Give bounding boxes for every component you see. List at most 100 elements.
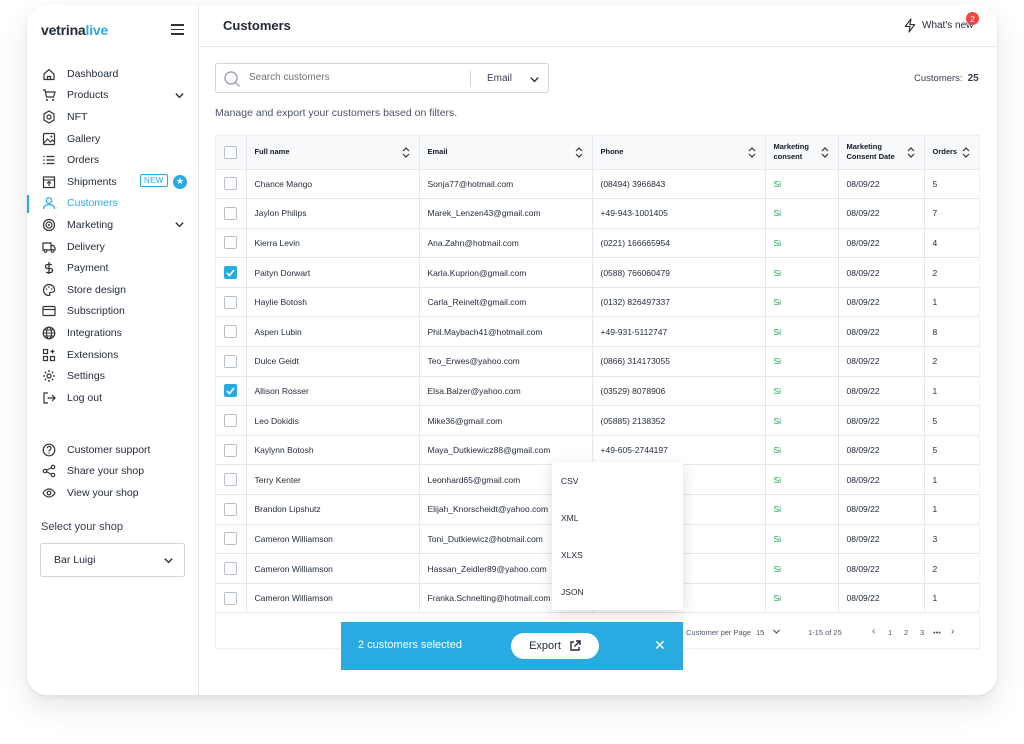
column-header-label: Full name (254, 147, 290, 157)
cell-consent: Si (765, 198, 839, 229)
selection-toast: 2 customers selected Export ✕ (341, 622, 683, 670)
sidebar-item-subscription[interactable]: Subscription (27, 301, 199, 323)
export-option-xml[interactable]: XML (552, 499, 683, 536)
table-row[interactable]: Dulce Geidt Teo_Erwes@yahoo.com (0866) 314… (216, 346, 979, 377)
shop-select-value: Bar Luigi (54, 554, 96, 566)
cell-phone: (0866) 314173055 (592, 346, 766, 377)
search-icon (224, 71, 240, 87)
cell-consent: Si (765, 583, 839, 614)
table-row[interactable]: Aspen Lubin Phil.Maybach41@hotmail.com +49… (216, 316, 979, 348)
table-row[interactable]: Kaylynn Botosh Maya_Dutkiewicz88@gmail.co… (216, 435, 979, 466)
per-page-select[interactable]: 15 (756, 628, 764, 637)
sidebar-item-log-out[interactable]: Log out (27, 387, 199, 409)
search-input[interactable] (249, 72, 449, 83)
prev-page-button[interactable]: ‹ (872, 626, 875, 637)
cart-icon (42, 88, 56, 102)
sidebar-item-settings[interactable]: Settings (27, 365, 199, 387)
logo[interactable]: vetrinalive (41, 22, 108, 38)
external-link-icon (570, 640, 581, 651)
sort-icon[interactable] (402, 147, 410, 158)
sidebar-item-extensions[interactable]: Extensions (27, 344, 199, 366)
sidebar-item-share-your-shop[interactable]: Share your shop (27, 461, 199, 483)
row-checkbox[interactable] (224, 325, 237, 339)
table-row[interactable]: Haylie Botosh Carla_Reinelt@gmail.com (013… (216, 287, 979, 318)
column-header-marketing-consent[interactable]: Marketing consent (765, 136, 839, 170)
cell-phone: (0221) 166665954 (592, 228, 766, 259)
column-header-orders[interactable]: Orders (924, 136, 979, 170)
sort-icon[interactable] (575, 147, 583, 158)
sidebar-item-products[interactable]: Products (27, 85, 199, 107)
row-checkbox[interactable] (224, 443, 237, 457)
cell-orders: 1 (924, 376, 979, 407)
row-checkbox[interactable] (224, 266, 237, 280)
chevron-down-icon[interactable] (529, 74, 540, 85)
select-all-checkbox[interactable] (224, 145, 237, 159)
page-2-button[interactable]: 2 (904, 628, 908, 637)
cell-name: Dulce Geidt (246, 346, 420, 377)
table-row[interactable]: Allison Rosser Elsa.Balzer@yahoo.com (0352… (216, 376, 979, 407)
sidebar-item-customer-support[interactable]: Customer support (27, 439, 199, 461)
page-3-button[interactable]: 3 (920, 628, 924, 637)
sidebar-item-delivery[interactable]: Delivery (27, 236, 199, 258)
sidebar-item-dashboard[interactable]: Dashboard (27, 63, 199, 85)
more-pages-button[interactable]: ••• (933, 628, 941, 637)
close-toast-button[interactable]: ✕ (654, 637, 666, 654)
sidebar-item-gallery[interactable]: Gallery (27, 128, 199, 150)
column-header-full-name[interactable]: Full name (246, 136, 420, 170)
row-checkbox[interactable] (224, 206, 237, 220)
row-checkbox[interactable] (224, 414, 237, 428)
page-1-button[interactable]: 1 (888, 628, 892, 637)
whats-new-label: What's new (922, 20, 974, 31)
row-checkbox[interactable] (224, 502, 237, 516)
row-checkbox[interactable] (224, 562, 237, 576)
row-checkbox[interactable] (224, 473, 237, 487)
sidebar-item-label: Shipments (67, 175, 117, 188)
sidebar-item-integrations[interactable]: Integrations (27, 322, 199, 344)
table-row[interactable]: Paityn Dorwart Karla.Kuprion@gmail.com (05… (216, 257, 979, 288)
sort-icon[interactable] (907, 147, 915, 158)
sidebar-item-payment[interactable]: Payment (27, 257, 199, 279)
column-header-phone[interactable]: Phone (592, 136, 766, 170)
row-checkbox[interactable] (224, 354, 237, 368)
sidebar-item-marketing[interactable]: Marketing (27, 214, 199, 236)
export-option-xlxs[interactable]: XLXS (552, 536, 683, 573)
sort-icon[interactable] (821, 147, 829, 158)
sidebar-item-nft[interactable]: NFT (27, 106, 199, 128)
search-field-select[interactable]: Email (487, 73, 512, 84)
hamburger-menu-icon[interactable] (171, 24, 184, 35)
table-row[interactable]: Chance Mango Sonja77@hotmail.com (08494) 3… (216, 169, 979, 200)
export-option-json[interactable]: JSON (552, 573, 683, 610)
row-checkbox[interactable] (224, 295, 237, 309)
cell-email: Sonja77@hotmail.com (419, 169, 593, 200)
lightning-icon (904, 18, 916, 33)
row-checkbox[interactable] (224, 384, 237, 398)
sidebar-item-customers[interactable]: Customers (27, 193, 199, 215)
sort-icon[interactable] (748, 147, 756, 158)
cell-consent: Si (765, 228, 839, 259)
table-row[interactable]: Leo Dokidis Mike36@gmail.com (05885) 21383… (216, 405, 979, 436)
table-row[interactable]: Jaylon Philips Marek_Lenzen43@gmail.com +4… (216, 198, 979, 229)
sidebar-item-store-design[interactable]: Store design (27, 279, 199, 301)
column-header-consent-date[interactable]: Marketing Consent Date (838, 136, 925, 170)
table-row[interactable]: Kierra Levin Ana.Zahn@hotmail.com (0221) 1… (216, 228, 979, 259)
export-button[interactable]: Export (511, 633, 599, 659)
row-checkbox[interactable] (224, 591, 237, 605)
row-checkbox[interactable] (224, 236, 237, 250)
sidebar-item-view-your-shop[interactable]: View your shop (27, 482, 199, 504)
sidebar-item-orders[interactable]: Orders (27, 149, 199, 171)
page-range: 1-15 of 25 (808, 628, 842, 637)
next-page-button[interactable]: › (951, 626, 954, 637)
export-option-csv[interactable]: CSV (552, 462, 683, 499)
whats-new-button[interactable]: What's new (903, 18, 973, 33)
cell-orders: 3 (924, 524, 979, 555)
chevron-down-icon[interactable] (174, 90, 185, 101)
shop-select[interactable]: Bar Luigi (40, 543, 185, 577)
row-checkbox[interactable] (224, 532, 237, 546)
sort-icon[interactable] (962, 147, 970, 158)
row-checkbox[interactable] (224, 177, 237, 191)
row-select-cell (216, 228, 247, 259)
chevron-down-icon[interactable] (772, 627, 781, 636)
column-header-email[interactable]: Email (419, 136, 593, 170)
sidebar-item-shipments[interactable]: Shipments NEW ★ (27, 171, 199, 193)
chevron-down-icon[interactable] (174, 219, 185, 230)
